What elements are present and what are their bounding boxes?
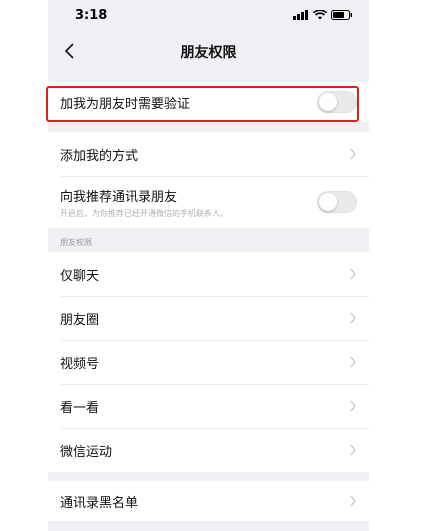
permission-item-chat-only[interactable]: 仅聊天 bbox=[48, 252, 369, 296]
recommend-subtitle: 开启后，为你推荐已经开通微信的手机联系人。 bbox=[60, 208, 228, 218]
status-bar: 3:18 bbox=[48, 0, 369, 30]
add-methods-row[interactable]: 添加我的方式 bbox=[48, 132, 369, 176]
permission-item-label: 看一看 bbox=[60, 400, 100, 416]
recommend-label: 向我推荐通讯录朋友 bbox=[60, 189, 178, 205]
chevron-right-icon bbox=[350, 444, 356, 456]
chevron-right-icon bbox=[350, 148, 356, 160]
permission-item-label: 朋友圈 bbox=[60, 312, 100, 328]
recommend-toggle[interactable] bbox=[317, 191, 357, 213]
permissions-section-header: 朋友权限 bbox=[60, 238, 92, 247]
permissions-group: 仅聊天 朋友圈 视频号 看一看 微信运动 bbox=[48, 252, 369, 472]
toggle-knob bbox=[319, 193, 337, 211]
recommend-text: 向我推荐通讯录朋友 开启后，为你推荐已经开通微信的手机联系人。 bbox=[60, 186, 228, 219]
verify-toggle[interactable] bbox=[317, 91, 357, 113]
recommend-contacts-row[interactable]: 向我推荐通讯录朋友 开启后，为你推荐已经开通微信的手机联系人。 bbox=[48, 176, 369, 228]
chevron-right-icon bbox=[350, 312, 356, 324]
permission-item-label: 微信运动 bbox=[60, 444, 113, 460]
permission-item-werun[interactable]: 微信运动 bbox=[48, 428, 369, 472]
blacklist-row[interactable]: 通讯录黑名单 bbox=[48, 481, 369, 521]
verify-label: 加我为朋友时需要验证 bbox=[60, 96, 191, 112]
status-time: 3:18 bbox=[75, 7, 108, 23]
chevron-right-icon bbox=[350, 356, 356, 368]
add-settings-group: 添加我的方式 向我推荐通讯录朋友 开启后，为你推荐已经开通微信的手机联系人。 bbox=[48, 132, 369, 228]
blacklist-label: 通讯录黑名单 bbox=[60, 495, 139, 511]
permission-item-moments[interactable]: 朋友圈 bbox=[48, 296, 369, 340]
toggle-knob bbox=[319, 93, 337, 111]
verify-group: 加我为朋友时需要验证 bbox=[48, 82, 369, 122]
battery-icon bbox=[331, 10, 352, 20]
signal-icon bbox=[293, 10, 308, 20]
permission-item-label: 视频号 bbox=[60, 356, 100, 372]
blacklist-group: 通讯录黑名单 bbox=[48, 481, 369, 521]
verify-row[interactable]: 加我为朋友时需要验证 bbox=[48, 82, 369, 122]
wifi-icon bbox=[313, 10, 327, 20]
chevron-right-icon bbox=[350, 400, 356, 412]
page-title: 朋友权限 bbox=[180, 45, 237, 61]
chevron-right-icon bbox=[350, 268, 356, 280]
nav-bar: 朋友权限 bbox=[48, 30, 369, 74]
permission-item-label: 仅聊天 bbox=[60, 268, 100, 284]
chevron-right-icon bbox=[350, 495, 356, 507]
permission-item-channels[interactable]: 视频号 bbox=[48, 340, 369, 384]
back-chevron-icon[interactable] bbox=[60, 41, 80, 61]
phone-screen: 3:18 朋友权限 加我为朋友时需要验证 添加我的方式 向我推荐通讯录朋友 开启… bbox=[48, 0, 369, 531]
status-icons bbox=[293, 10, 353, 20]
add-methods-label: 添加我的方式 bbox=[60, 148, 139, 164]
permission-item-top-stories[interactable]: 看一看 bbox=[48, 384, 369, 428]
